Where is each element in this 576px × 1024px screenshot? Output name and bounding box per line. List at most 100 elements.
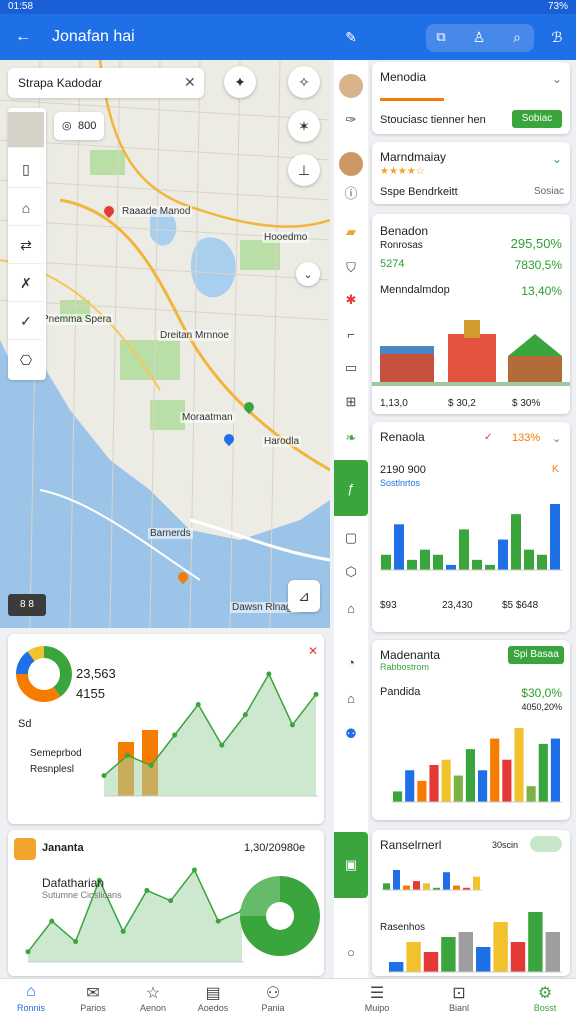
data-point bbox=[25, 949, 31, 955]
chart-bar bbox=[476, 947, 491, 972]
layers-icon[interactable]: ✶ bbox=[288, 110, 320, 142]
stat-label: $93 bbox=[380, 600, 397, 611]
locate-icon[interactable]: ✧ bbox=[288, 66, 320, 98]
card-title: Renaola bbox=[380, 430, 425, 444]
map-badge[interactable]: 8 8 bbox=[8, 594, 46, 616]
stat-value: 2190 900 bbox=[380, 464, 426, 476]
chart-bar bbox=[381, 554, 391, 570]
active-rail-item[interactable]: ƒ bbox=[334, 460, 368, 516]
stat-value: $30,0% bbox=[521, 686, 562, 700]
chart-bar bbox=[441, 759, 451, 802]
status-bar: 01:58 73% bbox=[0, 0, 576, 14]
map-label: Barnerds bbox=[148, 528, 193, 539]
doc-icon[interactable]: ▢ bbox=[339, 526, 363, 550]
data-point bbox=[144, 887, 150, 893]
map-search-box[interactable]: Strapa Kadodar ✕ bbox=[8, 68, 204, 98]
chart-bar bbox=[394, 524, 404, 570]
package-icon[interactable]: ⬡ bbox=[339, 560, 363, 584]
data-point bbox=[191, 867, 197, 873]
map-thumbnail[interactable] bbox=[8, 112, 44, 148]
map-view[interactable]: Raaade Manod Hooedmo Pnemma Spera Dreita… bbox=[0, 60, 330, 628]
bar-chart-card-1[interactable]: Renaola ✓ 133% ⌄ 2190 900 Sostlnrtos K $… bbox=[372, 422, 570, 632]
chat-icon[interactable]: ▭ bbox=[339, 356, 363, 380]
nav-item-parios[interactable]: ✉ Parios bbox=[68, 983, 118, 1013]
tool-icon[interactable]: ✑ bbox=[339, 108, 363, 132]
circle-icon[interactable]: ○ bbox=[339, 940, 363, 964]
chevron-down-icon[interactable]: ⌄ bbox=[552, 432, 561, 445]
nav-item-bosst[interactable]: ⚙ Bosst bbox=[520, 983, 570, 1013]
map-label: Dreitan Mrnnoe bbox=[158, 330, 231, 341]
share-icon[interactable]: ⧉ bbox=[428, 24, 454, 50]
compass-icon[interactable]: ✦ bbox=[224, 66, 256, 98]
star-icon: ☆ bbox=[145, 985, 161, 1002]
folder-icon[interactable]: ▰ bbox=[339, 220, 363, 244]
nav-item-muipo[interactable]: ☰ Muipo bbox=[352, 983, 402, 1013]
nav-item-home[interactable]: ⌂ Ronnis bbox=[6, 983, 56, 1013]
chevron-down-icon[interactable]: ⌄ bbox=[552, 72, 562, 86]
card-caption: Rabbostrom bbox=[380, 662, 430, 672]
nav-item-bianl[interactable]: ⊡ Bianl bbox=[434, 983, 484, 1013]
settings-icon[interactable]: ⎔ bbox=[8, 342, 44, 378]
contact-card-2[interactable]: Marndmaiay ★★★★☆ ⌄ Sspe Bendrkeitt Sosia… bbox=[372, 142, 570, 204]
pin-drop-icon[interactable]: ⊥ bbox=[288, 154, 320, 186]
briefcase-icon[interactable]: ⌂ bbox=[8, 190, 44, 226]
leaf-icon[interactable]: ❧ bbox=[339, 426, 363, 450]
page-title: Jonafan hai bbox=[52, 28, 135, 45]
chart-bar bbox=[453, 775, 463, 802]
stat-value: 295,50% bbox=[510, 236, 562, 251]
info-icon[interactable]: ⓘ bbox=[339, 180, 363, 204]
box-icon[interactable]: ⊞ bbox=[339, 390, 363, 414]
shield-icon[interactable]: ⛉ bbox=[339, 256, 363, 280]
toggle-switch[interactable] bbox=[530, 836, 562, 852]
data-point bbox=[289, 722, 295, 728]
nav-item-pania[interactable]: ⚇ Pania bbox=[248, 983, 298, 1013]
counter-chip[interactable]: ◎ 800 bbox=[54, 112, 104, 140]
action-button[interactable]: Spi Basaa bbox=[508, 646, 564, 664]
stat-label: $ 30% bbox=[512, 398, 541, 409]
active-rail-item-2[interactable]: ▣ bbox=[334, 832, 368, 898]
route-icon[interactable]: ⇄ bbox=[8, 228, 44, 264]
back-arrow-icon[interactable]: ← bbox=[10, 24, 36, 50]
stat-label: 23,430 bbox=[442, 600, 473, 611]
account-icon[interactable]: ℬ bbox=[544, 24, 570, 50]
bar-chart-card-2[interactable]: Madenanta Spi Basaa Rabbostrom Pandida $… bbox=[372, 640, 570, 820]
search-icon[interactable]: ⌕ bbox=[504, 24, 530, 50]
user-icon[interactable]: ♙ bbox=[466, 24, 492, 50]
map-label: Harodla bbox=[262, 436, 302, 447]
donut-slice bbox=[16, 674, 61, 702]
bar-chart-card-3[interactable]: Ranselrnerl 30scin Rasenhos bbox=[372, 830, 570, 976]
chevron-down-icon[interactable]: ⌄ bbox=[296, 262, 320, 286]
edit-icon[interactable]: ✎ bbox=[338, 24, 364, 50]
chevron-down-icon[interactable]: ⌄ bbox=[552, 152, 562, 166]
house-icon[interactable]: ⌂ bbox=[339, 686, 363, 710]
people-icon: ⚇ bbox=[265, 985, 281, 1002]
book-icon[interactable]: ▯ bbox=[8, 152, 44, 188]
chart-bar bbox=[423, 952, 439, 972]
chart-bar bbox=[453, 885, 460, 890]
chart-bar bbox=[441, 937, 456, 972]
stats-card[interactable]: Benadon Ronrosas 295,50% 5274 7830,5% Me… bbox=[372, 214, 570, 414]
clock-icon[interactable]: ◔ bbox=[339, 650, 363, 674]
close-icon[interactable]: ✕ bbox=[308, 644, 318, 658]
chart-bar bbox=[511, 514, 521, 570]
shuffle-icon[interactable]: ✗ bbox=[8, 266, 44, 302]
chart-bar bbox=[458, 932, 473, 972]
card-meta: Sosiac bbox=[534, 186, 565, 197]
map-canvas bbox=[0, 60, 330, 628]
close-icon[interactable]: ✕ bbox=[184, 74, 196, 91]
nav-item-aenon[interactable]: ☆ Aenon bbox=[128, 983, 178, 1013]
avatar[interactable] bbox=[339, 74, 363, 98]
stat-value: 133% bbox=[512, 432, 541, 444]
profile-icon[interactable]: ⚉ bbox=[339, 722, 363, 746]
action-button[interactable]: Sobiac bbox=[512, 110, 562, 128]
my-location-icon[interactable]: ⊿ bbox=[288, 580, 320, 612]
data-point bbox=[73, 939, 79, 945]
star-icon[interactable]: ✱ bbox=[339, 288, 363, 312]
chart-icon[interactable]: ⌐ bbox=[339, 322, 363, 346]
avatar[interactable] bbox=[339, 152, 363, 176]
check-icon[interactable]: ✓ bbox=[8, 304, 44, 340]
contact-card-1[interactable]: Menodia ⌄ Stouciasc tienner hen Sobiac bbox=[372, 62, 570, 134]
home-icon[interactable]: ⌂ bbox=[339, 596, 363, 620]
nav-item-aoedos[interactable]: ▤ Aoedos bbox=[188, 983, 238, 1013]
chart-bar bbox=[406, 942, 421, 972]
